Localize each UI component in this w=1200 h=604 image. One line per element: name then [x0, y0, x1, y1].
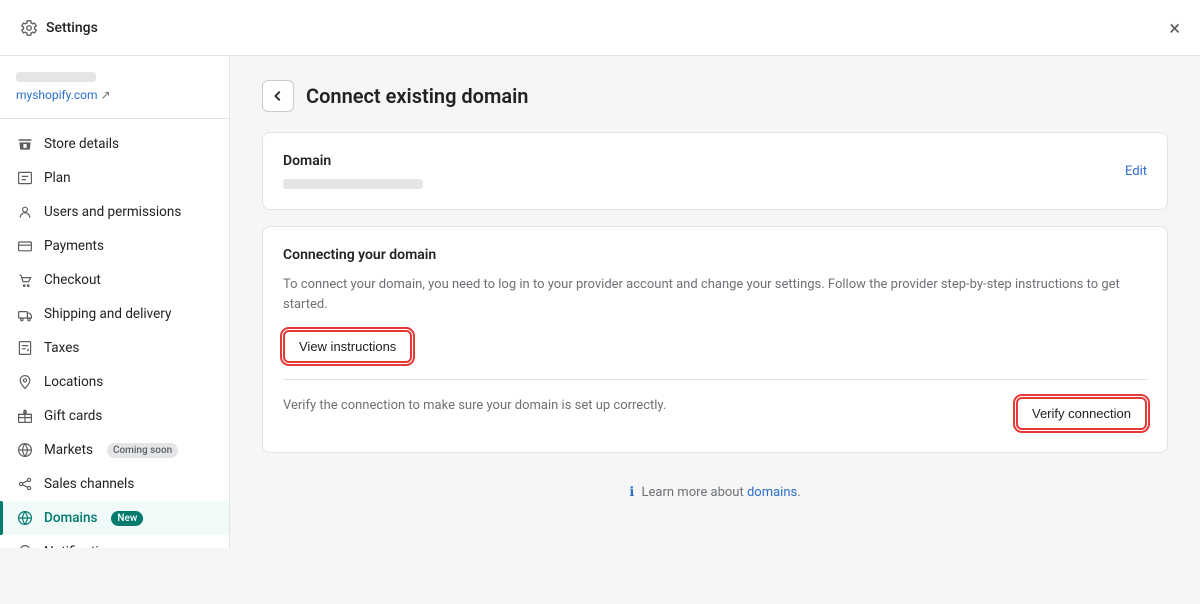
sidebar-item-label: Users and permissions: [44, 204, 181, 220]
gift-icon: [16, 407, 34, 425]
close-button[interactable]: ×: [1169, 18, 1180, 38]
sidebar-item-label: Gift cards: [44, 408, 102, 424]
sidebar-item-plan[interactable]: Plan: [0, 161, 229, 195]
page-header: Connect existing domain: [262, 80, 1168, 112]
info-icon: ℹ: [629, 485, 634, 500]
app-layout: myshopify.com ↗ Store details Plan Users…: [0, 56, 1200, 548]
payments-icon: [16, 237, 34, 255]
sidebar-item-store-details[interactable]: Store details: [0, 127, 229, 161]
sidebar-item-label: Checkout: [44, 272, 101, 288]
learn-more-section: ℹ Learn more about domains.: [262, 469, 1168, 516]
locations-icon: [16, 373, 34, 391]
sidebar-item-locations[interactable]: Locations: [0, 365, 229, 399]
store-icon: [16, 135, 34, 153]
back-button[interactable]: [262, 80, 294, 112]
view-instructions-button[interactable]: View instructions: [283, 330, 412, 363]
checkout-icon: [16, 271, 34, 289]
sidebar-item-label: Store details: [44, 136, 119, 152]
sidebar-item-sales-channels[interactable]: Sales channels: [0, 467, 229, 501]
main-content: Connect existing domain Domain Edit Conn…: [230, 56, 1200, 548]
sidebar-item-taxes[interactable]: Taxes: [0, 331, 229, 365]
sidebar-item-label: Plan: [44, 170, 71, 186]
settings-icon: [20, 19, 38, 37]
shipping-icon: [16, 305, 34, 323]
verify-section: Verify the connection to make sure your …: [283, 379, 1147, 432]
new-badge: New: [111, 511, 143, 526]
verify-connection-button[interactable]: Verify connection: [1016, 397, 1147, 430]
myshopify-link[interactable]: myshopify.com: [16, 88, 98, 102]
notifications-icon: [16, 543, 34, 548]
sidebar-item-label: Locations: [44, 374, 103, 390]
topbar: Settings ×: [0, 0, 1200, 56]
sidebar-item-shipping[interactable]: Shipping and delivery: [0, 297, 229, 331]
markets-icon: [16, 441, 34, 459]
topbar-title: Settings: [46, 20, 98, 36]
connecting-domain-card: Connecting your domain To connect your d…: [262, 226, 1168, 453]
sidebar-item-checkout[interactable]: Checkout: [0, 263, 229, 297]
edit-link[interactable]: Edit: [1125, 164, 1147, 179]
learn-more-suffix: .: [797, 485, 800, 500]
domain-card-left: Domain: [283, 153, 423, 189]
domain-label: Domain: [283, 153, 423, 169]
sidebar-item-label: Sales channels: [44, 476, 134, 492]
learn-more-prefix: Learn more about: [642, 485, 744, 500]
sidebar-item-label: Payments: [44, 238, 104, 254]
sidebar-item-payments[interactable]: Payments: [0, 229, 229, 263]
page-title: Connect existing domain: [306, 84, 528, 108]
sidebar-item-domains[interactable]: Domains New: [0, 501, 229, 535]
domain-card: Domain Edit: [262, 132, 1168, 210]
sidebar-item-label: Markets: [44, 442, 93, 458]
plan-icon: [16, 169, 34, 187]
coming-soon-badge: Coming soon: [107, 443, 178, 458]
verify-text: Verify the connection to make sure your …: [283, 396, 666, 416]
taxes-icon: [16, 339, 34, 357]
sidebar-item-gift-cards[interactable]: Gift cards: [0, 399, 229, 433]
external-link-icon: ↗: [101, 88, 111, 102]
sidebar-store: myshopify.com ↗: [0, 72, 229, 119]
users-icon: [16, 203, 34, 221]
connecting-title: Connecting your domain: [283, 247, 1147, 263]
domains-icon: [16, 509, 34, 527]
sidebar-item-users[interactable]: Users and permissions: [0, 195, 229, 229]
sidebar-item-notifications[interactable]: Notifications: [0, 535, 229, 548]
connecting-description: To connect your domain, you need to log …: [283, 275, 1147, 314]
store-name-placeholder: [16, 72, 96, 82]
domains-link[interactable]: domains: [747, 485, 797, 500]
sales-channels-icon: [16, 475, 34, 493]
sidebar-item-label: Domains: [44, 510, 97, 526]
sidebar: myshopify.com ↗ Store details Plan Users…: [0, 56, 230, 548]
sidebar-item-label: Taxes: [44, 340, 79, 356]
domain-value-placeholder: [283, 179, 423, 189]
store-url: myshopify.com ↗: [16, 88, 213, 102]
sidebar-item-label: Notifications: [44, 544, 121, 548]
sidebar-item-markets[interactable]: Markets Coming soon: [0, 433, 229, 467]
topbar-left: Settings: [20, 19, 98, 37]
sidebar-item-label: Shipping and delivery: [44, 306, 171, 322]
